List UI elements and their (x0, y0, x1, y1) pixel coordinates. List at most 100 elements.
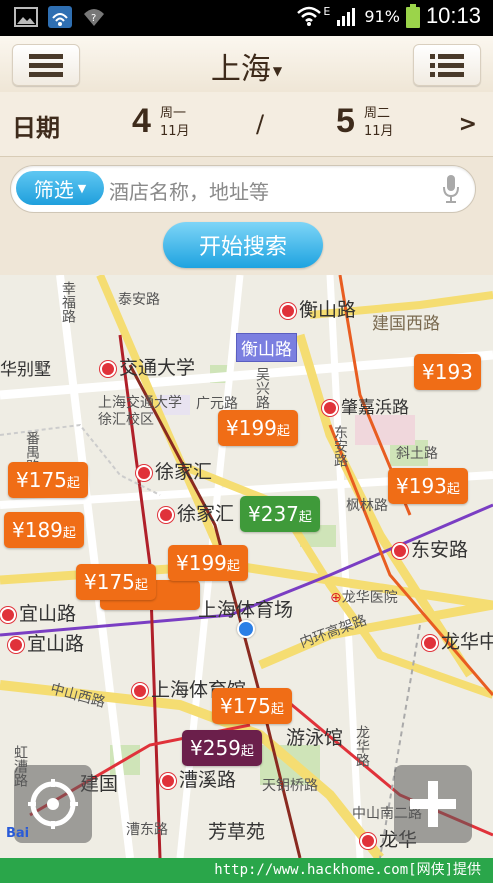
map-label-text: 衡山路 (299, 299, 357, 321)
wifi-question-icon: ? (84, 9, 104, 26)
hotel-price-pin[interactable]: ¥259起 (182, 730, 262, 766)
pin-suffix: 起 (226, 559, 240, 574)
map-label-text: 徐家汇 (177, 503, 235, 525)
svg-text:?: ? (91, 13, 96, 24)
current-location-dot (237, 620, 255, 638)
status-left: ? (14, 6, 106, 28)
metro-icon (392, 542, 408, 559)
pin-suffix: 起 (62, 526, 76, 541)
metro-icon (360, 832, 376, 849)
search-area: 筛选 ▼ 酒店名称，地址等 开始搜索 (0, 157, 493, 275)
watermark-footer: http://www.hackhome.com[网侠]提供 (0, 858, 493, 883)
map-label: 斜土路 (396, 446, 438, 462)
map-label-text: 肇嘉浜路 (341, 398, 409, 418)
pin-price: ¥193 (396, 474, 447, 498)
city-name: 上海 (210, 52, 271, 87)
pin-suffix: 起 (66, 476, 80, 491)
map-label-text: 交通大学 (119, 357, 196, 379)
hotel-price-pin[interactable]: ¥189起 (4, 512, 84, 548)
wifi-signal-icon (297, 6, 322, 26)
pin-suffix: 起 (270, 702, 284, 717)
metro-icon (160, 772, 176, 789)
metro-icon (280, 302, 296, 319)
filter-label: 筛选 (33, 177, 74, 202)
search-input[interactable]: 酒店名称，地址等 (109, 176, 269, 205)
app-header: 上海 ▼ (0, 36, 493, 93)
checkout-day: 5 (336, 102, 355, 140)
status-bar: ? E 91% 10:13 (0, 0, 493, 36)
metro-icon (132, 682, 148, 699)
pin-suffix: 起 (446, 482, 460, 497)
hotel-price-pin[interactable]: ¥175起 (76, 564, 156, 600)
map-label-metro: 衡山路 (280, 295, 356, 322)
hotel-price-pin[interactable]: ¥199起 (218, 410, 298, 446)
map-view[interactable]: 幸福路 泰安路 衡山路 建国西路 华别墅 交通大学 衡山路 上海交通大学徐汇校区… (0, 275, 493, 858)
next-date-button[interactable]: > (459, 112, 477, 137)
map-label: 龙华路 (354, 725, 370, 767)
pin-price: ¥193 (422, 360, 473, 384)
map-label: 枫林路 (346, 498, 388, 514)
pin-price: ¥175 (84, 570, 135, 594)
map-label-text: 东安路 (411, 539, 469, 561)
pin-suffix: 起 (298, 510, 312, 525)
metro-icon (100, 360, 116, 377)
map-label-metro: 宜山路 (8, 629, 84, 656)
clock: 10:13 (425, 3, 481, 28)
filter-button[interactable]: 筛选 ▼ (16, 171, 104, 205)
baidu-logo: Bai (6, 826, 29, 841)
hotel-price-pin[interactable]: ¥193 (414, 354, 481, 390)
pin-price: ¥175 (16, 468, 67, 492)
map-label: ⊕龙华医院 (330, 590, 398, 606)
search-box[interactable]: 筛选 ▼ 酒店名称，地址等 (10, 165, 476, 213)
metro-icon (8, 636, 24, 653)
map-label: 上海交通大学徐汇校区 (98, 395, 182, 428)
map-label: 游泳馆 (286, 727, 344, 749)
pin-price: ¥259 (190, 736, 241, 760)
microphone-icon[interactable] (441, 174, 461, 204)
pin-price: ¥175 (220, 694, 271, 718)
metro-icon (422, 634, 438, 651)
pin-suffix: 起 (134, 578, 148, 593)
date-separator: / (256, 110, 265, 138)
zoom-in-button[interactable] (394, 765, 472, 843)
date-label: 日期 (12, 114, 60, 142)
map-label-text: 宜山路 (19, 603, 77, 625)
checkin-weekday: 周一 (160, 106, 187, 121)
start-search-button[interactable]: 开始搜索 (163, 222, 323, 268)
metro-icon (136, 464, 152, 481)
hotel-price-pin[interactable]: ¥199起 (168, 545, 248, 581)
map-label-text: 漕溪路 (179, 769, 237, 791)
map-label-metro: 宜山路 (0, 599, 76, 626)
pin-price: ¥199 (226, 416, 277, 440)
map-label-metro: 龙华中 (422, 627, 493, 654)
map-highlight-label: 衡山路 (236, 333, 297, 362)
map-label: 吴兴路 (254, 367, 270, 409)
battery-icon (405, 4, 420, 28)
checkin-month: 11月 (160, 124, 190, 139)
map-label-text: 宜山路 (27, 633, 85, 655)
hotel-price-pin[interactable]: ¥175起 (212, 688, 292, 724)
cell-signal-icon (337, 8, 356, 26)
map-label-text: 龙华中 (441, 631, 493, 653)
locate-icon (28, 779, 78, 829)
app-screen: ? E 91% 10:13 上海 ▼ 日期 4 周一 11月 / 5 周二 11… (0, 0, 493, 883)
network-type: E (323, 4, 331, 18)
hotel-price-pin[interactable]: ¥175起 (8, 462, 88, 498)
metro-icon (322, 400, 338, 416)
map-label-metro: 漕溪路 (160, 765, 236, 792)
map-label: 建国西路 (372, 314, 440, 334)
date-row: 日期 4 周一 11月 / 5 周二 11月 > (0, 92, 493, 157)
map-label: 泰安路 (118, 292, 160, 308)
map-label-metro: 交通大学 (100, 353, 195, 380)
wifi-app-icon (48, 6, 72, 28)
metro-icon (0, 606, 16, 623)
map-label: 上海体育场 (198, 599, 294, 621)
hotel-price-pin[interactable]: ¥193起 (388, 468, 468, 504)
plus-icon (410, 781, 456, 827)
status-right: E 91% 10:13 (297, 3, 481, 29)
hotel-price-pin[interactable]: ¥237起 (240, 496, 320, 532)
pin-price: ¥237 (248, 502, 299, 526)
logo-text: Bai (6, 826, 30, 841)
map-label-metro: 肇嘉浜路 (322, 393, 409, 418)
list-view-button[interactable] (413, 44, 481, 86)
